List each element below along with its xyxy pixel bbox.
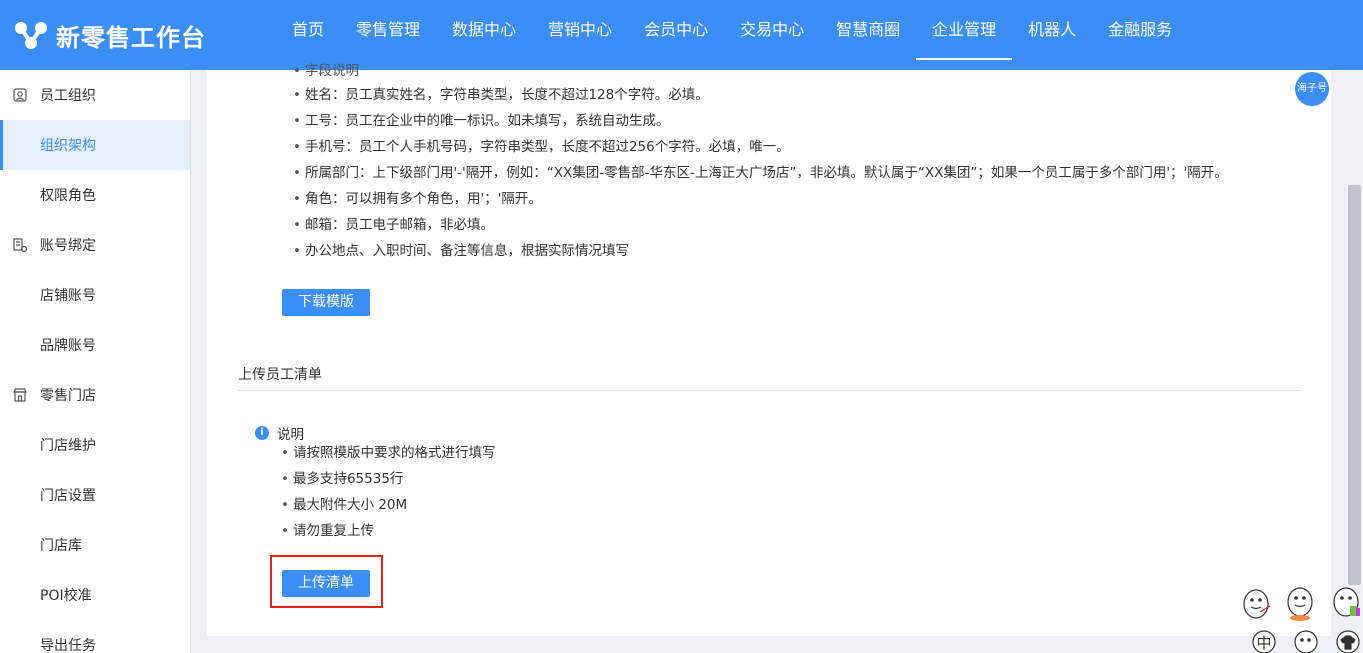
upload-note-item: 最大附件大小 20M xyxy=(281,492,495,518)
nav-item-8[interactable]: 机器人 xyxy=(1012,0,1092,70)
main-nav: 首页 零售管理 数据中心 营销中心 会员中心 交易中心 智慧商圈 企业管理 机器人 金融服务 xyxy=(276,0,1188,70)
info-icon: i xyxy=(255,426,269,440)
sidebar-item-11[interactable]: 导出任务 xyxy=(0,620,190,653)
field-note-item: 所属部门：上下级部门用'-'隔开，例如：“XX集团-零售部-华东区-上海正大广场… xyxy=(293,160,1228,186)
upload-button-highlight xyxy=(270,555,383,608)
field-notes-heading: 字段说明 xyxy=(293,58,359,84)
nav-item-6[interactable]: 智慧商圈 xyxy=(820,0,916,70)
sidebar-item-label: 品牌账号 xyxy=(40,338,96,354)
nav-item-3[interactable]: 营销中心 xyxy=(532,0,628,70)
sidebar-item-label: 账号绑定 xyxy=(40,238,96,254)
sidebar-item-label: 门店维护 xyxy=(40,438,96,454)
sidebar-item-label: 门店库 xyxy=(40,538,82,554)
link-icon xyxy=(12,237,28,253)
upload-note-item: 请按照模版中要求的格式进行填写 xyxy=(281,440,496,466)
nav-item-7[interactable]: 企业管理 xyxy=(916,0,1013,70)
sidebar-item-3[interactable]: 账号绑定 xyxy=(0,220,190,270)
sticker-label: 中 xyxy=(1256,634,1271,652)
nav-item-2[interactable]: 数据中心 xyxy=(436,0,532,70)
section-divider xyxy=(238,390,1300,391)
sidebar-item-label: 店铺账号 xyxy=(40,288,96,304)
sidebar-item-2[interactable]: 权限角色 xyxy=(0,170,190,220)
logo-icon xyxy=(15,22,47,49)
field-notes-list: 姓名：员工真实姓名，字符串类型，长度不超过128个字符。必填。工号：员工在企业中… xyxy=(293,82,1228,264)
user-icon xyxy=(12,87,28,103)
sidebar-item-label: 门店设置 xyxy=(40,488,96,504)
upload-notes-list: 请按照模版中要求的格式进行填写最多支持65535行最大附件大小 20M请勿重复上… xyxy=(281,440,496,544)
app-logo[interactable]: 新零售工作台 xyxy=(14,18,274,53)
sticker-character-5 xyxy=(1294,630,1318,653)
download-template-button[interactable]: 下载模版 xyxy=(282,289,370,316)
field-note-item: 办公地点、入职时间、备注等信息，根据实际情况填写 xyxy=(293,238,1228,264)
sidebar-item-label: 组织架构 xyxy=(40,138,96,154)
sticker-character-3 xyxy=(1333,587,1360,617)
nav-item-9[interactable]: 金融服务 xyxy=(1092,0,1188,70)
sidebar-item-label: 零售门店 xyxy=(40,388,96,404)
sticker-widget[interactable]: 中 xyxy=(1238,586,1363,653)
sidebar-item-5[interactable]: 品牌账号 xyxy=(0,320,190,370)
user-avatar[interactable]: 海子号 xyxy=(1295,72,1329,106)
sidebar-item-label: 权限角色 xyxy=(40,188,96,204)
app-title: 新零售工作台 xyxy=(56,23,206,52)
upload-note-item: 最多支持65535行 xyxy=(281,466,495,492)
field-note-item: 角色：可以拥有多个角色，用'；'隔开。 xyxy=(293,186,1228,212)
nav-item-5[interactable]: 交易中心 xyxy=(724,0,820,70)
field-note-item: 邮箱：员工电子邮箱，非必填。 xyxy=(293,212,1228,238)
sidebar-item-0[interactable]: 员工组织 xyxy=(0,70,190,120)
field-notes-heading-text: 字段说明 xyxy=(293,58,359,84)
upload-note-item: 请勿重复上传 xyxy=(281,518,495,544)
sidebar-item-6[interactable]: 零售门店 xyxy=(0,370,190,420)
sidebar-item-4[interactable]: 店铺账号 xyxy=(0,270,190,320)
sticker-character-2 xyxy=(1287,587,1313,621)
top-header: 新零售工作台 首页 零售管理 数据中心 营销中心 会员中心 交易中心 智慧商圈 企业管理 机器人… xyxy=(0,0,1363,70)
sidebar-item-1[interactable]: 组织架构 xyxy=(0,120,190,170)
upload-section-title: 上传员工清单 xyxy=(238,367,322,383)
sticker-character-1 xyxy=(1243,589,1271,619)
sidebar-item-9[interactable]: 门店库 xyxy=(0,520,190,570)
sidebar-item-8[interactable]: 门店设置 xyxy=(0,470,190,520)
sidebar: 员工组织组织架构权限角色账号绑定店铺账号品牌账号零售门店门店维护门店设置门店库 P… xyxy=(0,70,191,653)
sticker-character-6 xyxy=(1336,630,1360,653)
sidebar-item-label: 导出任务 xyxy=(40,638,96,653)
field-note-item: 姓名：员工真实姓名，字符串类型，长度不超过128个字符。必填。 xyxy=(293,82,1228,108)
sidebar-item-label: 员工组织 xyxy=(40,88,96,104)
scrollbar-thumb[interactable] xyxy=(1348,185,1361,585)
nav-item-4[interactable]: 会员中心 xyxy=(628,0,724,70)
field-note-item: 手机号：员工个人手机号码，字符串类型，长度不超过256个字符。必填，唯一。 xyxy=(293,134,1228,160)
field-note-item: 工号：员工在企业中的唯一标识。如未填写，系统自动生成。 xyxy=(293,108,1228,134)
sidebar-item-7[interactable]: 门店维护 xyxy=(0,420,190,470)
store-icon xyxy=(12,387,28,403)
sidebar-item-label: POI校准 xyxy=(40,588,92,604)
sidebar-item-10[interactable]: POI校准 xyxy=(0,570,190,620)
main-content: 字段说明 姓名：员工真实姓名，字符串类型，长度不超过128个字符。必填。工号：员… xyxy=(207,63,1331,636)
